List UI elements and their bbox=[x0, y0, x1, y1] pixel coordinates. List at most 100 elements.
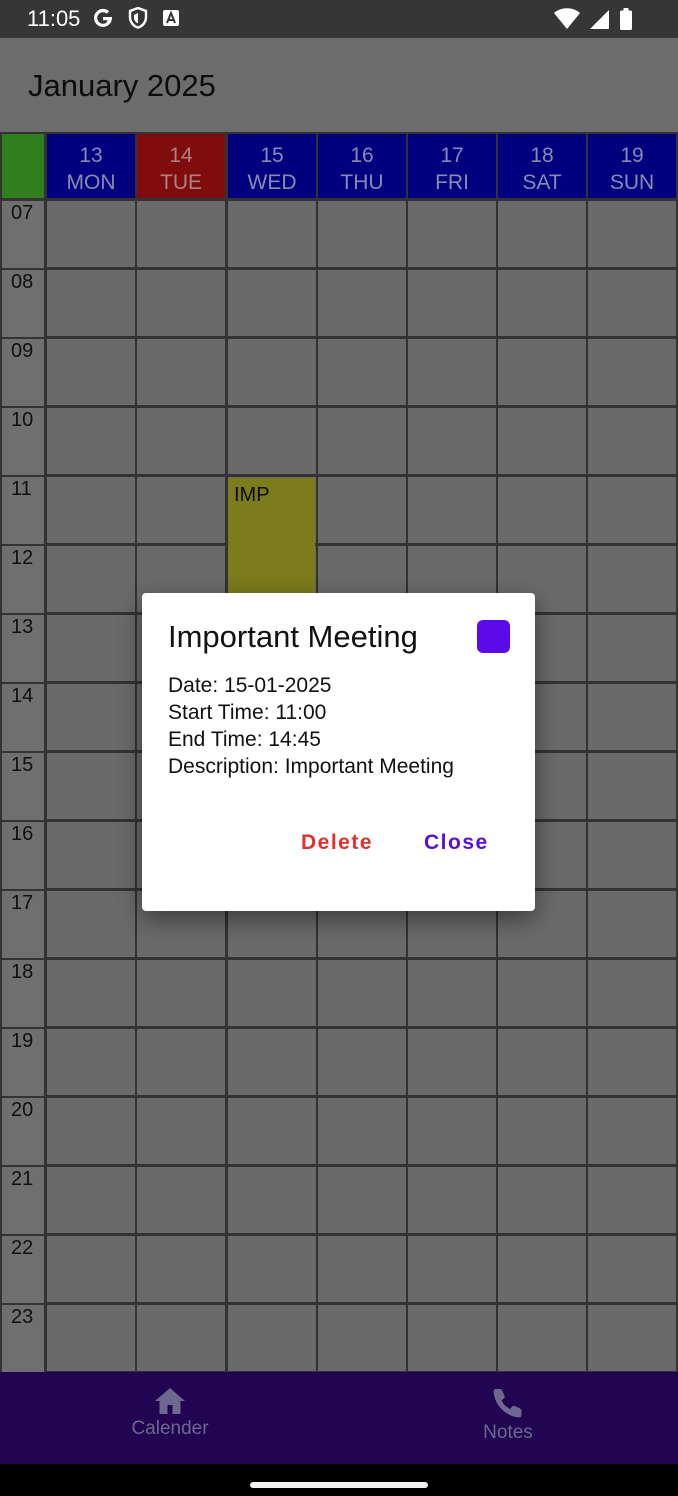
time-slot-cell[interactable] bbox=[137, 1098, 225, 1164]
time-slot-cell[interactable] bbox=[228, 1236, 316, 1302]
time-slot-cell[interactable] bbox=[408, 1029, 496, 1095]
time-slot-cell[interactable] bbox=[588, 684, 676, 750]
time-slot-cell[interactable] bbox=[408, 1167, 496, 1233]
time-slot-cell[interactable] bbox=[318, 408, 406, 474]
time-slot-cell[interactable] bbox=[588, 1305, 676, 1371]
time-slot-cell[interactable] bbox=[228, 408, 316, 474]
time-slot-cell[interactable] bbox=[47, 1167, 135, 1233]
nav-item-notes[interactable]: Notes bbox=[428, 1386, 588, 1444]
time-slot-cell[interactable] bbox=[47, 1236, 135, 1302]
day-header-wed[interactable]: 15 WED bbox=[228, 134, 316, 198]
time-slot-cell[interactable] bbox=[137, 408, 225, 474]
time-slot-cell[interactable] bbox=[228, 1305, 316, 1371]
time-slot-cell[interactable] bbox=[47, 339, 135, 405]
time-slot-cell[interactable] bbox=[588, 1167, 676, 1233]
time-slot-cell[interactable] bbox=[318, 1236, 406, 1302]
time-slot-cell[interactable] bbox=[498, 1029, 586, 1095]
time-slot-cell[interactable] bbox=[588, 339, 676, 405]
time-slot-cell[interactable] bbox=[408, 1305, 496, 1371]
time-slot-cell[interactable] bbox=[588, 960, 676, 1026]
time-slot-cell[interactable] bbox=[498, 339, 586, 405]
time-slot-cell[interactable] bbox=[318, 270, 406, 336]
time-slot-cell[interactable] bbox=[47, 546, 135, 612]
day-header-thu[interactable]: 16 THU bbox=[318, 134, 406, 198]
time-slot-cell[interactable] bbox=[588, 546, 676, 612]
time-slot-cell[interactable] bbox=[137, 1167, 225, 1233]
time-slot-cell[interactable] bbox=[318, 201, 406, 267]
time-slot-cell[interactable] bbox=[408, 270, 496, 336]
time-slot-cell[interactable] bbox=[588, 753, 676, 819]
time-slot-cell[interactable] bbox=[498, 408, 586, 474]
time-slot-cell[interactable] bbox=[47, 201, 135, 267]
time-slot-cell[interactable] bbox=[588, 891, 676, 957]
time-slot-cell[interactable] bbox=[498, 1305, 586, 1371]
time-slot-cell[interactable] bbox=[47, 960, 135, 1026]
time-slot-cell[interactable] bbox=[588, 270, 676, 336]
time-slot-cell[interactable] bbox=[47, 822, 135, 888]
time-slot-cell[interactable] bbox=[137, 477, 225, 543]
time-slot-cell[interactable] bbox=[498, 960, 586, 1026]
time-slot-cell[interactable] bbox=[588, 477, 676, 543]
time-slot-cell[interactable] bbox=[588, 1029, 676, 1095]
time-slot-cell[interactable] bbox=[47, 408, 135, 474]
time-slot-cell[interactable] bbox=[228, 1029, 316, 1095]
close-button[interactable]: Close bbox=[424, 831, 489, 855]
day-header-fri[interactable]: 17 FRI bbox=[408, 134, 496, 198]
time-slot-cell[interactable] bbox=[588, 201, 676, 267]
time-slot-cell[interactable] bbox=[408, 477, 496, 543]
time-slot-cell[interactable] bbox=[47, 615, 135, 681]
time-slot-cell[interactable] bbox=[408, 1236, 496, 1302]
time-slot-cell[interactable] bbox=[228, 201, 316, 267]
time-slot-cell[interactable] bbox=[588, 408, 676, 474]
time-slot-cell[interactable] bbox=[137, 270, 225, 336]
day-header-sat[interactable]: 18 SAT bbox=[498, 134, 586, 198]
time-slot-cell[interactable] bbox=[588, 1236, 676, 1302]
time-slot-cell[interactable] bbox=[137, 960, 225, 1026]
time-slot-cell[interactable] bbox=[498, 201, 586, 267]
time-slot-cell[interactable] bbox=[47, 684, 135, 750]
day-header-tue[interactable]: 14 TUE bbox=[137, 134, 225, 198]
gesture-bar[interactable] bbox=[250, 1482, 428, 1488]
time-slot-cell[interactable] bbox=[318, 1305, 406, 1371]
time-slot-cell[interactable] bbox=[318, 1098, 406, 1164]
time-slot-cell[interactable] bbox=[137, 1236, 225, 1302]
time-slot-cell[interactable] bbox=[228, 339, 316, 405]
time-slot-cell[interactable] bbox=[588, 615, 676, 681]
time-slot-cell[interactable] bbox=[588, 822, 676, 888]
time-slot-cell[interactable] bbox=[408, 408, 496, 474]
time-slot-cell[interactable] bbox=[318, 339, 406, 405]
time-slot-cell[interactable] bbox=[47, 753, 135, 819]
time-slot-cell[interactable] bbox=[498, 1098, 586, 1164]
delete-button[interactable]: Delete bbox=[301, 831, 373, 855]
time-slot-cell[interactable] bbox=[47, 891, 135, 957]
time-slot-cell[interactable] bbox=[47, 477, 135, 543]
time-slot-cell[interactable] bbox=[47, 270, 135, 336]
time-slot-cell[interactable] bbox=[47, 1029, 135, 1095]
time-slot-cell[interactable] bbox=[408, 960, 496, 1026]
time-slot-cell[interactable] bbox=[318, 477, 406, 543]
time-slot-cell[interactable] bbox=[318, 960, 406, 1026]
time-slot-cell[interactable] bbox=[498, 1167, 586, 1233]
nav-item-calender[interactable]: Calender bbox=[90, 1386, 250, 1440]
time-slot-cell[interactable] bbox=[228, 1167, 316, 1233]
time-slot-cell[interactable] bbox=[408, 339, 496, 405]
event-block[interactable]: IMP bbox=[228, 478, 315, 596]
time-slot-cell[interactable] bbox=[318, 1167, 406, 1233]
time-slot-cell[interactable] bbox=[228, 1098, 316, 1164]
time-slot-cell[interactable] bbox=[137, 1305, 225, 1371]
time-slot-cell[interactable] bbox=[498, 1236, 586, 1302]
time-slot-cell[interactable] bbox=[137, 339, 225, 405]
time-slot-cell[interactable] bbox=[47, 1098, 135, 1164]
time-slot-cell[interactable] bbox=[137, 1029, 225, 1095]
time-slot-cell[interactable] bbox=[47, 1305, 135, 1371]
time-slot-cell[interactable] bbox=[318, 1029, 406, 1095]
time-slot-cell[interactable] bbox=[408, 1098, 496, 1164]
time-slot-cell[interactable] bbox=[498, 270, 586, 336]
time-slot-cell[interactable] bbox=[228, 270, 316, 336]
day-header-mon[interactable]: 13 MON bbox=[47, 134, 135, 198]
time-slot-cell[interactable] bbox=[408, 201, 496, 267]
time-slot-cell[interactable] bbox=[228, 960, 316, 1026]
time-slot-cell[interactable] bbox=[137, 201, 225, 267]
time-slot-cell[interactable] bbox=[498, 477, 586, 543]
time-slot-cell[interactable] bbox=[588, 1098, 676, 1164]
